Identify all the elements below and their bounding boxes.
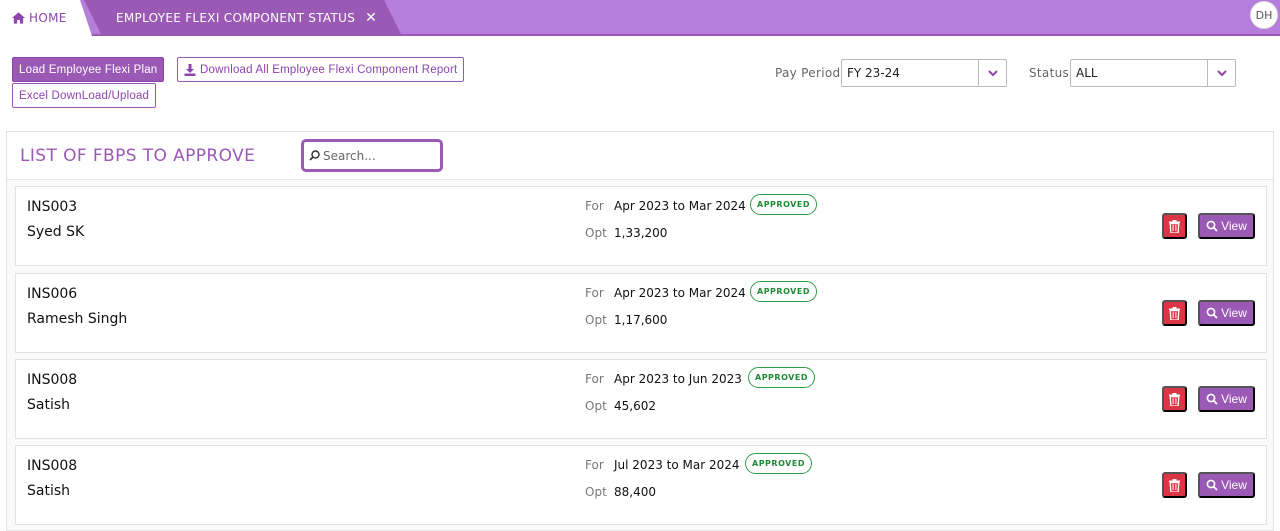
tab-active-label: EMPLOYEE FLEXI COMPONENT STATUS (116, 11, 356, 25)
search-icon (1206, 307, 1218, 319)
view-button[interactable]: View (1198, 213, 1255, 239)
excel-download-upload-button[interactable]: Excel DownLoad/Upload (12, 83, 157, 108)
close-icon[interactable]: ✕ (365, 10, 377, 26)
opt-value: 45,602 (614, 399, 656, 413)
opt-value: 1,33,200 (614, 226, 668, 240)
search-input[interactable] (323, 148, 438, 163)
panel-header: LIST OF FBPS TO APPROVE (7, 132, 1273, 180)
view-label: View (1221, 478, 1247, 492)
employee-code: INS003 (27, 199, 78, 215)
list-item: INS008 Satish For Apr 2023 to Jun 2023 A… (15, 359, 1267, 439)
status-label: Status (1029, 66, 1070, 80)
opt-value: 1,17,600 (614, 313, 668, 327)
period-value: Apr 2023 to Mar 2024 (614, 199, 746, 213)
search-icon (1206, 479, 1218, 491)
chevron-down-icon[interactable] (978, 60, 1006, 86)
for-label: For (585, 286, 604, 300)
opt-label: Opt (585, 226, 607, 240)
avatar[interactable]: DH (1250, 1, 1278, 29)
period-value: Apr 2023 to Jun 2023 (614, 372, 742, 386)
delete-button[interactable] (1162, 472, 1187, 498)
search-box[interactable] (301, 139, 443, 172)
trash-icon (1169, 478, 1180, 492)
for-label: For (585, 372, 604, 386)
trash-icon (1169, 306, 1180, 320)
status-badge: APPROVED (750, 194, 817, 215)
employee-name: Satish (27, 483, 71, 499)
employee-code: INS006 (27, 286, 78, 302)
delete-button[interactable] (1162, 213, 1187, 239)
delete-button[interactable] (1162, 300, 1187, 326)
opt-label: Opt (585, 313, 607, 327)
status-badge: APPROVED (750, 281, 817, 302)
opt-value: 88,400 (614, 485, 656, 499)
employee-name: Syed SK (27, 224, 85, 240)
download-report-label: Download All Employee Flexi Component Re… (200, 63, 458, 76)
view-label: View (1221, 219, 1247, 233)
search-icon (1206, 220, 1218, 232)
employee-code: INS008 (27, 458, 78, 474)
tab-employee-flexi-status[interactable]: EMPLOYEE FLEXI COMPONENT STATUS ✕ (84, 0, 402, 36)
opt-label: Opt (585, 399, 607, 413)
download-report-button[interactable]: Download All Employee Flexi Component Re… (177, 57, 465, 82)
pay-period-select[interactable]: FY 23-24 (841, 59, 1007, 87)
trash-icon (1169, 392, 1180, 406)
fbp-approval-panel: LIST OF FBPS TO APPROVE INS003 Syed SK F… (6, 131, 1274, 531)
download-icon (184, 63, 196, 76)
delete-button[interactable] (1162, 386, 1187, 412)
employee-code: INS008 (27, 372, 78, 388)
list-item: INS008 Satish For Jul 2023 to Mar 2024 A… (15, 445, 1267, 525)
search-icon (309, 150, 320, 161)
status-value: ALL (1076, 66, 1098, 80)
period-value: Apr 2023 to Mar 2024 (614, 286, 746, 300)
view-button[interactable]: View (1198, 386, 1255, 412)
for-label: For (585, 458, 604, 472)
search-icon (1206, 393, 1218, 405)
for-label: For (585, 199, 604, 213)
employee-name: Ramesh Singh (27, 311, 128, 327)
opt-label: Opt (585, 485, 607, 499)
view-button[interactable]: View (1198, 472, 1255, 498)
load-employee-flexi-plan-button[interactable]: Load Employee Flexi Plan (12, 57, 165, 82)
status-select[interactable]: ALL (1070, 59, 1236, 87)
tab-home-label: HOME (29, 11, 67, 25)
trash-icon (1169, 219, 1180, 233)
list-item: INS006 Ramesh Singh For Apr 2023 to Mar … (15, 273, 1267, 353)
tab-home[interactable]: HOME (0, 0, 92, 36)
view-label: View (1221, 306, 1247, 320)
home-icon (12, 12, 25, 24)
status-badge: APPROVED (748, 367, 815, 388)
employee-name: Satish (27, 397, 71, 413)
top-bar: HOME EMPLOYEE FLEXI COMPONENT STATUS ✕ D… (0, 0, 1280, 36)
pay-period-label: Pay Period (775, 66, 841, 80)
pay-period-value: FY 23-24 (847, 66, 900, 80)
period-value: Jul 2023 to Mar 2024 (614, 458, 740, 472)
view-label: View (1221, 392, 1247, 406)
view-button[interactable]: View (1198, 300, 1255, 326)
status-badge: APPROVED (745, 453, 812, 474)
list-item: INS003 Syed SK For Apr 2023 to Mar 2024 … (15, 186, 1267, 266)
panel-title: LIST OF FBPS TO APPROVE (20, 146, 256, 166)
chevron-down-icon[interactable] (1207, 60, 1235, 86)
